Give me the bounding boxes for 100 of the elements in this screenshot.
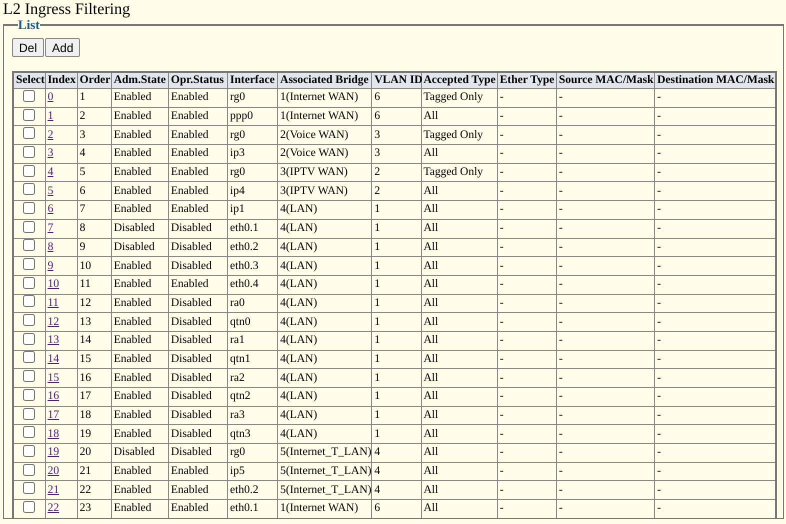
table-cell: Enabled [111,182,168,201]
select-checkbox[interactable] [23,388,36,401]
column-header: Interface [228,72,278,88]
index-link[interactable]: 5 [48,184,54,197]
table-cell: 9 [77,238,112,257]
table-cell: Enabled [111,406,168,425]
index-link[interactable]: 1 [48,110,54,122]
table-cell: 14 [77,331,112,350]
select-checkbox[interactable] [23,164,36,177]
select-checkbox[interactable] [23,202,36,214]
index-link[interactable]: 6 [48,203,54,216]
table-cell: - [556,256,655,276]
index-link[interactable]: 8 [48,240,54,253]
table-cell: Enabled [111,200,168,220]
table-cell: 1 [372,312,421,332]
select-checkbox[interactable] [23,276,36,289]
table-cell: 1(Internet WAN) [278,107,372,126]
select-checkbox[interactable] [23,258,36,270]
table-cell: Enabled [111,163,168,182]
table-cell: 4(LAN) [278,219,372,238]
select-checkbox[interactable] [23,332,36,345]
select-checkbox[interactable] [23,426,36,438]
column-header: Adm.State [111,72,168,88]
table-cell: Disabled [168,350,228,369]
table-cell: - [556,219,655,238]
table-cell: All [421,107,498,126]
table-cell: Enabled [111,275,168,294]
table-cell: eth0.3 [228,256,278,276]
table-cell: - [556,312,655,332]
table-cell: 5(Internet_T_LAN) [278,444,372,462]
select-checkbox[interactable] [23,464,36,476]
table-cell: 16 [77,368,112,388]
table-cell: All [421,256,498,276]
select-checkbox[interactable] [23,108,36,121]
table-cell: Enabled [111,350,168,369]
table-cell: - [497,444,556,462]
table-cell: 1 [372,368,421,388]
table-cell: ra2 [228,368,278,388]
select-checkbox[interactable] [23,295,36,308]
table-cell: - [556,238,655,257]
table-cell: All [421,144,498,164]
table-cell: - [497,294,556,313]
select-checkbox[interactable] [23,444,36,457]
table-cell: 1 [372,388,421,406]
table-cell: 1 [372,331,421,350]
index-link[interactable]: 4 [48,166,54,178]
table-cell: 4 [372,480,421,500]
index-link[interactable]: 9 [48,260,54,272]
index-link[interactable]: 3 [48,147,54,160]
column-header: Opr.Status [168,72,228,88]
select-checkbox[interactable] [23,146,36,158]
table-cell: Disabled [168,238,228,257]
table-cell: Tagged Only [421,126,498,145]
table-cell: eth0.1 [228,500,278,519]
table-cell: Enabled [111,88,168,108]
select-checkbox[interactable] [23,314,36,326]
index-link[interactable]: 2 [48,128,54,141]
index-link[interactable]: 0 [48,91,54,104]
table-cell: 21 [77,462,112,481]
index-link[interactable]: 7 [48,222,54,234]
table-cell: 12 [77,294,112,313]
table-cell: 22 [77,480,112,500]
select-checkbox[interactable] [23,183,36,196]
table-cell: 4(LAN) [278,275,372,294]
table-cell: - [497,238,556,257]
table-cell: All [421,200,498,220]
column-header: Accepted Type [421,72,498,88]
select-checkbox[interactable] [23,220,36,233]
table-cell: Enabled [111,256,168,276]
table-cell: Enabled [111,144,168,164]
column-header: Source MAC/Mask [556,72,655,88]
table-cell: 11 [77,275,112,294]
table-cell: Disabled [111,238,168,257]
table-cell: Enabled [168,107,228,126]
table-cell: 1 [372,424,421,444]
select-checkbox[interactable] [23,370,36,382]
table-cell: - [556,480,655,500]
table-cell: - [556,182,655,201]
table-cell: 3(IPTV WAN) [278,163,372,182]
select-checkbox[interactable] [23,408,36,420]
table-cell: 4(LAN) [278,331,372,350]
select-checkbox[interactable] [23,482,36,494]
table-cell: - [497,462,556,481]
select-checkbox[interactable] [23,127,36,140]
select-checkbox[interactable] [23,239,36,252]
table-cell: ip3 [228,144,278,164]
delete-button[interactable]: Del [12,38,44,57]
table-cell: All [421,331,498,350]
select-checkbox[interactable] [23,90,36,102]
add-button[interactable]: Add [45,38,80,57]
select-checkbox[interactable] [23,500,36,513]
table-cell: 4 [372,444,421,462]
table-cell: Enabled [168,480,228,500]
select-checkbox[interactable] [23,351,36,364]
table-cell: qtn2 [228,388,278,406]
table-cell: ra1 [228,331,278,350]
table-cell: 3 [77,126,112,145]
table-cell: - [497,368,556,388]
table-cell: - [497,275,556,294]
table-cell: Disabled [168,256,228,276]
